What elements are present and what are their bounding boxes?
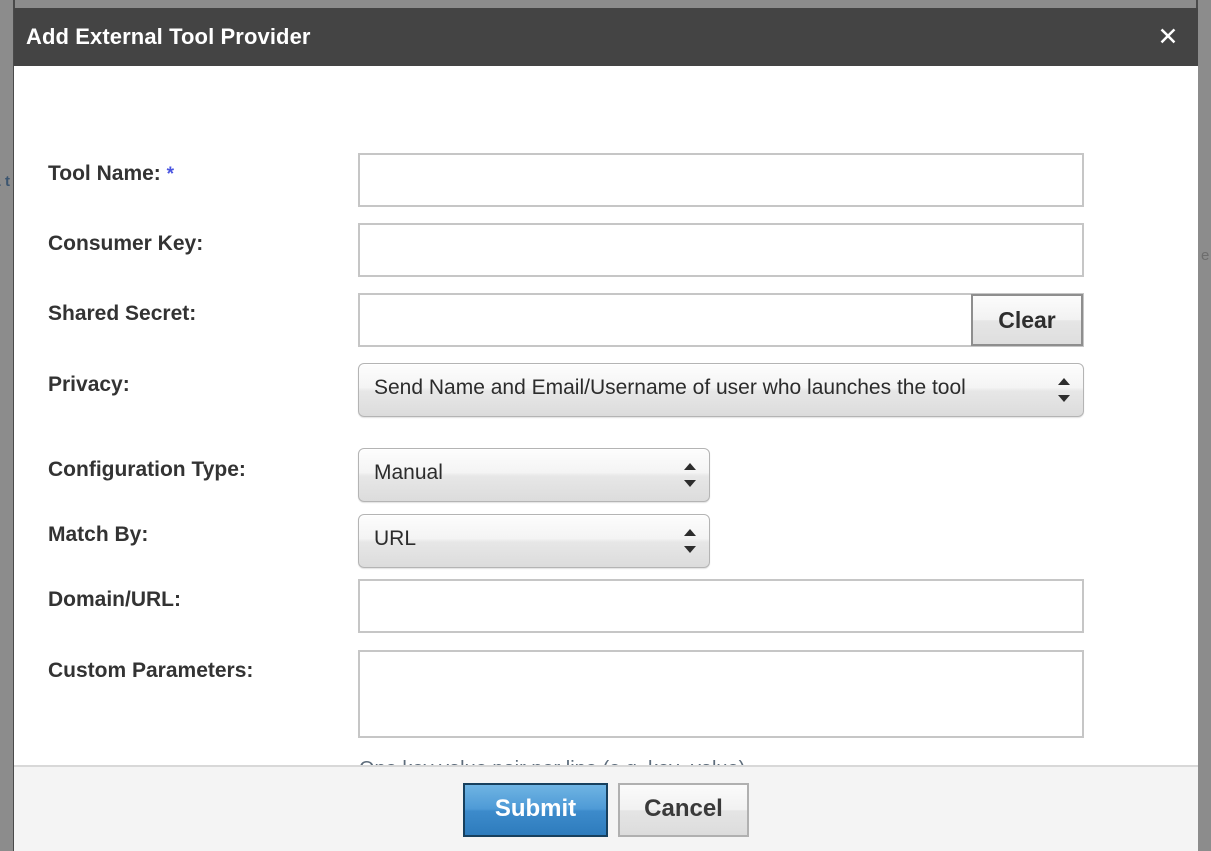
configuration-type-select[interactable]: Manual: [358, 448, 710, 502]
clear-button[interactable]: Clear: [971, 294, 1083, 346]
tool-name-input[interactable]: [358, 153, 1084, 207]
required-marker: *: [166, 164, 175, 185]
privacy-label: Privacy:: [48, 373, 130, 396]
domain-url-label: Domain/URL:: [48, 588, 181, 611]
custom-parameters-label: Custom Parameters:: [48, 659, 254, 682]
consumer-key-label: Consumer Key:: [48, 232, 204, 255]
shared-secret-label: Shared Secret:: [48, 302, 197, 325]
match-by-select-value: URL: [374, 527, 417, 550]
privacy-select[interactable]: Send Name and Email/Username of user who…: [358, 363, 1084, 417]
custom-parameters-textarea[interactable]: [358, 650, 1084, 738]
dialog-body: Tool Name: * Consumer Key: Shared Secret…: [14, 66, 1198, 780]
dialog-titlebar: Add External Tool Provider ✕: [14, 8, 1198, 66]
select-arrows-icon: [684, 528, 697, 554]
consumer-key-input[interactable]: [358, 223, 1084, 277]
tool-name-label: Tool Name: *: [48, 162, 175, 185]
backdrop-left-text: i o L t: [0, 173, 10, 190]
domain-url-input[interactable]: [358, 579, 1084, 633]
close-icon[interactable]: ✕: [1154, 23, 1182, 51]
select-arrows-icon: [684, 462, 697, 488]
dialog-title: Add External Tool Provider: [26, 24, 311, 49]
cancel-button[interactable]: Cancel: [618, 783, 749, 837]
match-by-select[interactable]: URL: [358, 514, 710, 568]
select-arrows-icon: [1058, 377, 1071, 403]
submit-button[interactable]: Submit: [463, 783, 608, 837]
backdrop-right-text: e a a e e s a R g e: [1201, 247, 1211, 264]
configuration-type-label: Configuration Type:: [48, 458, 246, 481]
configuration-type-select-value: Manual: [374, 461, 443, 484]
privacy-select-value: Send Name and Email/Username of user who…: [374, 376, 966, 399]
add-external-tool-provider-dialog: Add External Tool Provider ✕ Tool Name: …: [14, 8, 1198, 851]
match-by-label: Match By:: [48, 523, 149, 546]
dialog-footer: Submit Cancel: [14, 765, 1198, 851]
